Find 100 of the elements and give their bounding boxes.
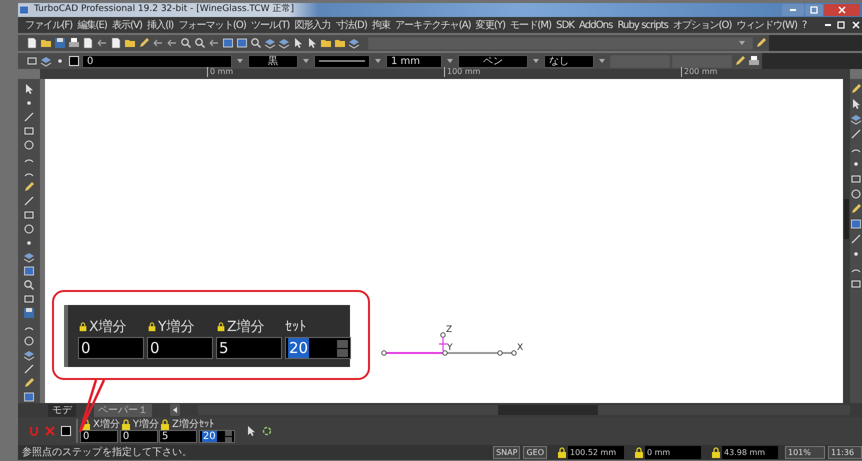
pencil-icon[interactable]: [755, 37, 767, 49]
scroll-left-button[interactable]: [170, 404, 180, 416]
line-icon[interactable]: [23, 195, 35, 207]
lock-icon[interactable]: [216, 321, 226, 333]
lock-icon[interactable]: [120, 418, 132, 430]
coordinate-field[interactable]: 43.98 mm: [722, 446, 778, 459]
window-icon[interactable]: [23, 391, 35, 403]
layers-icon[interactable]: [23, 251, 35, 263]
menu-item[interactable]: 表示(V): [110, 18, 144, 32]
menu-item[interactable]: ツール(T): [250, 18, 290, 32]
pen-dropdown[interactable]: ペン: [458, 54, 528, 68]
lock-icon[interactable]: [78, 321, 88, 333]
minimize-button[interactable]: [782, 4, 804, 16]
pencil-icon[interactable]: [850, 83, 862, 95]
restore-icon[interactable]: [835, 19, 847, 31]
menu-item[interactable]: ウィンドウ(W): [735, 18, 798, 32]
coordinate-field[interactable]: 100.52 mm: [568, 446, 624, 459]
line-icon[interactable]: [850, 233, 862, 245]
coordinate-field[interactable]: 0 mm: [645, 446, 701, 459]
magnifier-icon[interactable]: [23, 279, 35, 291]
dropdown-field[interactable]: [610, 54, 670, 68]
circle-icon[interactable]: [23, 335, 35, 347]
lock-icon[interactable]: [147, 321, 157, 333]
line-segment[interactable]: [384, 352, 444, 354]
rectangle-icon[interactable]: [23, 125, 35, 137]
line-width-dropdown[interactable]: 1 mm: [386, 54, 442, 68]
pencil-icon[interactable]: [850, 203, 862, 215]
close-icon[interactable]: [850, 19, 862, 31]
cursor-icon[interactable]: [850, 98, 862, 110]
lock-icon[interactable]: [80, 418, 92, 430]
cursor-icon[interactable]: [292, 37, 304, 49]
page-icon[interactable]: [26, 37, 38, 49]
vertical-scrollbar[interactable]: [843, 79, 850, 403]
menu-item[interactable]: オプション(O): [672, 18, 732, 32]
snap-toggle[interactable]: SNAP: [493, 446, 520, 459]
menu-item[interactable]: フォーマット(O): [177, 18, 247, 32]
folder-icon[interactable]: [124, 37, 136, 49]
folder-icon[interactable]: [320, 37, 332, 49]
fill-dropdown[interactable]: なし: [544, 54, 594, 68]
menu-item[interactable]: AddOns: [578, 18, 614, 32]
geo-toggle[interactable]: GEO: [523, 446, 547, 459]
input-field[interactable]: 0: [120, 430, 158, 443]
square-icon[interactable]: [68, 55, 80, 67]
menu-item[interactable]: 挿入(I): [146, 18, 174, 32]
tab[interactable]: ペーパー１: [94, 404, 152, 416]
input-field[interactable]: 5: [216, 337, 282, 359]
menu-item[interactable]: アーキテクチャ(A): [394, 18, 472, 32]
cursor-icon[interactable]: [23, 83, 35, 95]
refresh-icon[interactable]: [260, 425, 273, 437]
circle-icon[interactable]: [850, 188, 862, 200]
menu-item[interactable]: SDK: [555, 18, 576, 32]
horizontal-scrollbar[interactable]: [198, 405, 850, 415]
input-field[interactable]: 5: [158, 430, 197, 443]
rectangle-icon[interactable]: [26, 55, 38, 67]
printer-icon[interactable]: [68, 37, 80, 49]
menu-item[interactable]: ファイル(F): [24, 18, 74, 32]
line-style-dropdown[interactable]: [314, 54, 370, 68]
magnifier-icon[interactable]: [250, 37, 262, 49]
save-icon[interactable]: [23, 307, 35, 319]
cursor-icon[interactable]: [306, 37, 318, 49]
menu-item[interactable]: 寸法(D): [334, 18, 368, 32]
line-icon[interactable]: [23, 111, 35, 123]
circle-icon[interactable]: [23, 139, 35, 151]
window-icon[interactable]: [236, 37, 248, 49]
pencil-icon[interactable]: [23, 181, 35, 193]
close-button[interactable]: [824, 4, 860, 16]
window-icon[interactable]: [850, 218, 862, 230]
menu-item[interactable]: 編集(E): [76, 18, 108, 32]
layers-icon[interactable]: [348, 37, 360, 49]
circle-icon[interactable]: [23, 223, 35, 235]
pencil-icon[interactable]: [138, 37, 150, 49]
pencil-icon[interactable]: [23, 377, 35, 389]
folder-icon[interactable]: [40, 37, 52, 49]
dropdown-field[interactable]: [672, 54, 732, 68]
node-handle[interactable]: [511, 350, 517, 356]
pencil-icon[interactable]: [734, 55, 746, 67]
rectangle-icon[interactable]: [850, 173, 862, 185]
tab[interactable]: モデ: [48, 404, 76, 416]
line-icon[interactable]: [850, 128, 862, 140]
node-handle[interactable]: [381, 350, 387, 356]
menu-item[interactable]: 拘束: [370, 18, 392, 32]
magnifier-icon[interactable]: [180, 37, 192, 49]
menu-item[interactable]: Ruby scripts: [616, 18, 669, 32]
input-field[interactable]: 0: [80, 430, 118, 443]
spin-field[interactable]: 20: [198, 430, 235, 443]
rectangle-icon[interactable]: [23, 209, 35, 221]
folder-icon[interactable]: [334, 37, 346, 49]
printer-icon[interactable]: [748, 55, 760, 67]
menu-item[interactable]: モード(M): [509, 18, 552, 32]
arrow-icon[interactable]: [208, 37, 220, 49]
layers-icon[interactable]: [850, 113, 862, 125]
layer-dropdown[interactable]: 0: [82, 54, 232, 68]
input-field[interactable]: 0: [147, 337, 213, 359]
page-icon[interactable]: [82, 37, 94, 49]
window-icon[interactable]: [222, 37, 234, 49]
menu-item[interactable]: ?: [800, 18, 808, 32]
dropdown-field[interactable]: [368, 36, 753, 50]
layers-icon[interactable]: [23, 349, 35, 361]
color-dropdown[interactable]: 黒: [248, 54, 298, 68]
layers-icon[interactable]: [278, 37, 290, 49]
